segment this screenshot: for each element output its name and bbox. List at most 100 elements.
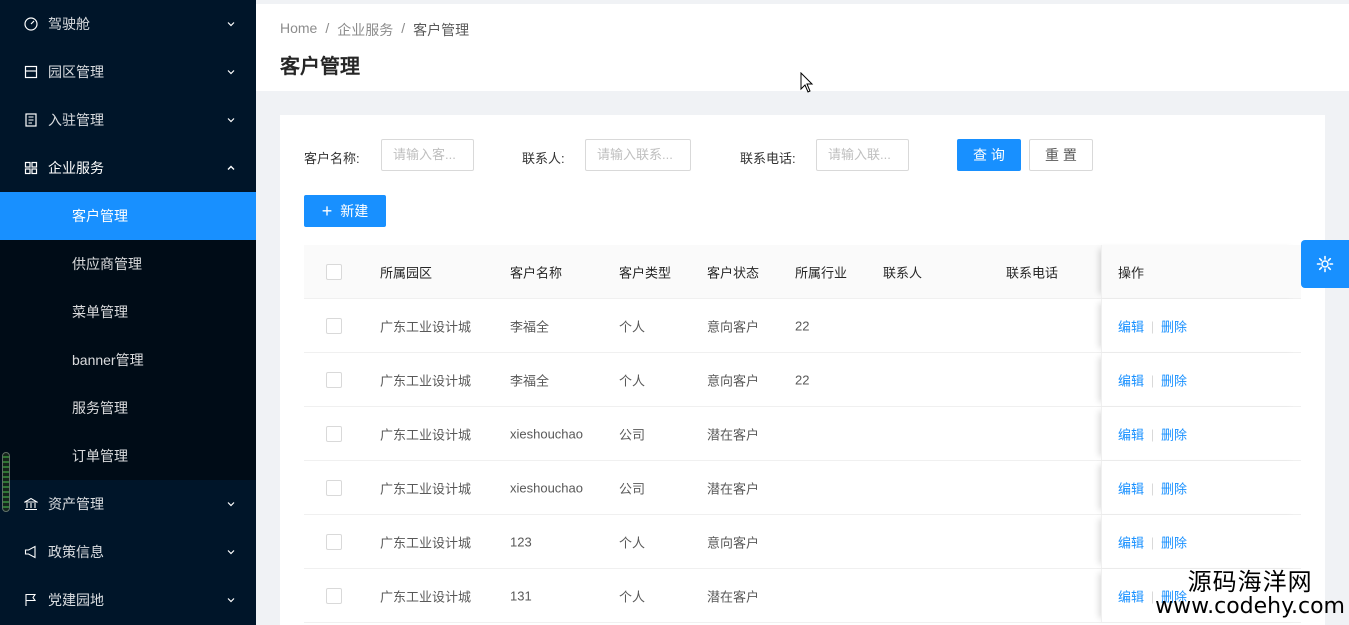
watermark-cn: 源码海洋网: [1187, 568, 1313, 596]
cell-customer-type: 个人: [619, 589, 646, 604]
edit-link[interactable]: 编辑: [1118, 319, 1144, 334]
menu-enterprise-service[interactable]: 企业服务: [0, 144, 256, 192]
row-checkbox[interactable]: [326, 533, 342, 550]
table-row: 广东工业设计城 123 个人 意向客户 编辑 删除: [304, 515, 1301, 569]
flag-icon: [24, 593, 38, 607]
row-checkbox[interactable]: [326, 587, 342, 604]
reset-button[interactable]: 重 置: [1029, 139, 1093, 171]
cell-park: 广东工业设计城: [380, 535, 472, 550]
menu-checkin[interactable]: 入驻管理: [0, 96, 256, 144]
row-checkbox[interactable]: [326, 371, 342, 388]
watermark-url: www.codehy.com: [1155, 594, 1345, 619]
customer-name-input[interactable]: 请输入客...: [381, 139, 474, 171]
search-button[interactable]: 查 询: [957, 139, 1021, 171]
cell-park: 广东工业设计城: [380, 589, 472, 604]
delete-link[interactable]: 删除: [1161, 481, 1187, 496]
table-row: 广东工业设计城 xieshouchao 公司 潜在客户 编辑 删除: [304, 407, 1301, 461]
menu-label: 政策信息: [48, 544, 104, 560]
edit-link[interactable]: 编辑: [1118, 589, 1144, 604]
cell-park: 广东工业设计城: [380, 373, 472, 388]
delete-link[interactable]: 删除: [1161, 535, 1187, 550]
row-actions: 编辑 删除: [1101, 461, 1301, 514]
col-customer-type: 客户类型: [619, 265, 672, 280]
chevron-up-icon: [227, 165, 235, 170]
row-checkbox[interactable]: [326, 425, 342, 442]
sidebar-scrollbar[interactable]: [2, 452, 10, 512]
gear-icon: [1316, 255, 1334, 273]
customer-table: 所属园区 客户名称 客户类型 客户状态 所属行业 联系人 联系电话 操作 广东工…: [304, 245, 1301, 623]
menu-dashboard[interactable]: 驾驶舱: [0, 0, 256, 48]
menu-policy[interactable]: 政策信息: [0, 528, 256, 576]
notification-icon: [24, 545, 38, 559]
cell-customer-status: 意向客户: [707, 373, 760, 388]
col-customer-name: 客户名称: [510, 265, 563, 280]
menu-label: 驾驶舱: [48, 16, 90, 32]
row-actions: 编辑 删除: [1101, 299, 1301, 352]
cell-customer-status: 潜在客户: [707, 427, 760, 442]
breadcrumb-separator: /: [401, 20, 406, 36]
action-divider: [1152, 537, 1154, 550]
sidebar-item-banner[interactable]: banner管理: [0, 336, 256, 384]
sidebar-item-order[interactable]: 订单管理: [0, 432, 256, 480]
breadcrumb-enterprise[interactable]: 企业服务: [337, 20, 393, 40]
new-button-label: 新建: [340, 203, 369, 219]
park-icon: [24, 65, 38, 79]
row-actions: 编辑 删除: [1101, 515, 1301, 568]
contact-label: 联系人:: [522, 151, 565, 166]
menu-park[interactable]: 园区管理: [0, 48, 256, 96]
cell-park: 广东工业设计城: [380, 319, 472, 334]
cell-customer-status: 意向客户: [707, 319, 760, 334]
menu-party[interactable]: 党建园地: [0, 576, 256, 624]
row-actions: 编辑 删除: [1101, 407, 1301, 460]
phone-input[interactable]: 请输入联...: [816, 139, 909, 171]
action-divider: [1152, 591, 1154, 604]
settings-drawer-button[interactable]: [1301, 240, 1349, 288]
action-divider: [1152, 429, 1154, 442]
edit-link[interactable]: 编辑: [1118, 373, 1144, 388]
breadcrumb-home[interactable]: Home: [280, 20, 317, 40]
sidebar-item-menu[interactable]: 菜单管理: [0, 288, 256, 336]
col-contact: 联系人: [883, 265, 923, 280]
menu-label: 资产管理: [48, 496, 104, 512]
new-button[interactable]: + 新建: [304, 195, 386, 227]
action-divider: [1152, 375, 1154, 388]
action-divider: [1152, 483, 1154, 496]
delete-link[interactable]: 删除: [1161, 319, 1187, 334]
cell-customer-type: 个人: [619, 535, 646, 550]
table-header: 所属园区 客户名称 客户类型 客户状态 所属行业 联系人 联系电话 操作: [304, 245, 1301, 299]
chevron-down-icon: [227, 550, 235, 555]
menu-label: 入驻管理: [48, 112, 104, 128]
sidebar-item-customer[interactable]: 客户管理: [0, 192, 256, 240]
cell-customer-name: 李福全: [510, 319, 550, 334]
table-row: 广东工业设计城 李福全 个人 意向客户 22 编辑 删除: [304, 353, 1301, 407]
actions-header: 操作: [1101, 245, 1301, 298]
bank-icon: [24, 497, 38, 511]
chevron-down-icon: [227, 70, 235, 75]
delete-link[interactable]: 删除: [1161, 427, 1187, 442]
content-card: 客户名称: 请输入客... 联系人: 请输入联系... 联系电话: 请输入联..…: [280, 115, 1325, 625]
edit-link[interactable]: 编辑: [1118, 481, 1144, 496]
plus-icon: +: [321, 201, 333, 221]
breadcrumb-separator: /: [325, 20, 330, 36]
sidebar-item-supplier[interactable]: 供应商管理: [0, 240, 256, 288]
page-title: 客户管理: [280, 56, 360, 78]
delete-link[interactable]: 删除: [1161, 373, 1187, 388]
sidebar-item-service[interactable]: 服务管理: [0, 384, 256, 432]
action-divider: [1152, 321, 1154, 334]
row-actions: 编辑 删除: [1101, 353, 1301, 406]
row-checkbox[interactable]: [326, 479, 342, 496]
breadcrumb: Home / 企业服务 / 客户管理: [280, 20, 469, 40]
checkin-icon: [24, 113, 38, 127]
phone-label: 联系电话:: [740, 151, 796, 166]
menu-assets[interactable]: 资产管理: [0, 480, 256, 528]
cell-customer-type: 公司: [619, 481, 646, 496]
select-all-checkbox[interactable]: [326, 263, 342, 280]
cell-customer-name: xieshouchao: [510, 480, 583, 495]
edit-link[interactable]: 编辑: [1118, 535, 1144, 550]
edit-link[interactable]: 编辑: [1118, 427, 1144, 442]
col-park: 所属园区: [380, 265, 433, 280]
cell-industry: 22: [795, 318, 810, 333]
row-checkbox[interactable]: [326, 317, 342, 334]
contact-input[interactable]: 请输入联系...: [585, 139, 691, 171]
mouse-cursor-icon: [800, 72, 814, 93]
